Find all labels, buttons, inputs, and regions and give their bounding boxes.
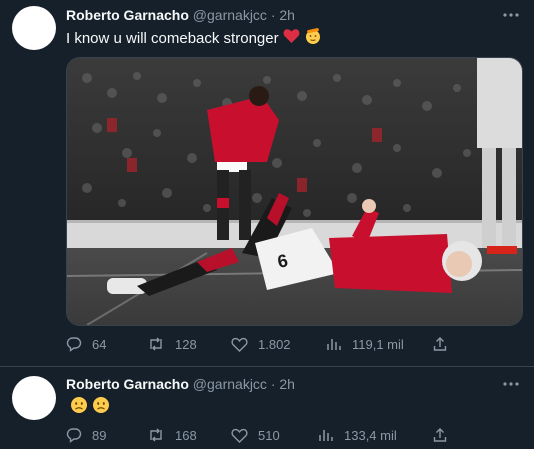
author-handle[interactable]: @garnakjcc <box>193 376 267 392</box>
tweet-header: Roberto Garnacho @garnakjcc · 2h <box>66 376 295 393</box>
like-count: 1.802 <box>258 336 291 352</box>
saluting-face-emoji-icon <box>304 27 322 50</box>
share-icon <box>432 427 448 443</box>
timestamp[interactable]: 2h <box>279 7 295 23</box>
separator-dot: · <box>270 7 276 23</box>
slightly-frowning-face-emoji-icon <box>70 396 88 419</box>
reply-count: 64 <box>92 336 107 352</box>
reply-count: 89 <box>92 427 107 443</box>
author-handle[interactable]: @garnakjcc <box>193 7 267 23</box>
retweet-count: 128 <box>175 336 197 352</box>
views-chart-icon <box>326 337 342 351</box>
reply-icon <box>66 427 82 443</box>
share-button[interactable] <box>432 425 448 445</box>
tweet-media-photo[interactable]: 6 <box>66 57 523 326</box>
more-options-icon[interactable] <box>502 375 520 393</box>
views-chart-icon <box>318 428 334 442</box>
like-button[interactable]: 510 <box>231 425 280 445</box>
share-icon <box>432 336 448 352</box>
avatar[interactable] <box>12 6 56 50</box>
retweet-button[interactable]: 168 <box>147 425 197 445</box>
avatar[interactable] <box>12 376 56 420</box>
tweet-2[interactable]: Roberto Garnacho @garnakjcc · 2h 89 168 … <box>0 367 534 449</box>
retweet-count: 168 <box>175 427 197 443</box>
author-name[interactable]: Roberto Garnacho <box>66 7 189 23</box>
retweet-button[interactable]: 128 <box>147 334 197 354</box>
tweet-actions: 89 168 510 133,4 mil <box>66 425 456 445</box>
views-count: 119,1 mil <box>352 336 404 352</box>
like-count: 510 <box>258 427 280 443</box>
views-button[interactable]: 133,4 mil <box>318 425 397 445</box>
retweet-icon <box>147 427 165 443</box>
tweet-actions: 64 128 1.802 119,1 mil <box>66 334 456 354</box>
reply-icon <box>66 336 82 352</box>
reply-button[interactable]: 89 <box>66 425 106 445</box>
share-button[interactable] <box>432 334 448 354</box>
timestamp[interactable]: 2h <box>279 376 295 392</box>
red-heart-emoji-icon <box>283 28 300 49</box>
heart-icon <box>231 428 248 443</box>
heart-icon <box>231 337 248 352</box>
tweet-header: Roberto Garnacho @garnakjcc · 2h <box>66 7 295 24</box>
author-name[interactable]: Roberto Garnacho <box>66 376 189 392</box>
football-player-photo: 6 <box>67 58 522 325</box>
reply-button[interactable]: 64 <box>66 334 106 354</box>
like-button[interactable]: 1.802 <box>231 334 291 354</box>
tweet-text <box>66 396 110 419</box>
views-button[interactable]: 119,1 mil <box>326 334 404 354</box>
slightly-frowning-face-emoji-icon <box>92 396 110 419</box>
more-options-icon[interactable] <box>502 6 520 24</box>
tweet-text-content: I know u will comeback stronger <box>66 30 279 47</box>
views-count: 133,4 mil <box>344 427 397 443</box>
tweet-1[interactable]: Roberto Garnacho @garnakjcc · 2h I know … <box>0 0 534 367</box>
retweet-icon <box>147 336 165 352</box>
separator-dot: · <box>270 376 276 392</box>
tweet-text: I know u will comeback stronger <box>66 27 322 50</box>
